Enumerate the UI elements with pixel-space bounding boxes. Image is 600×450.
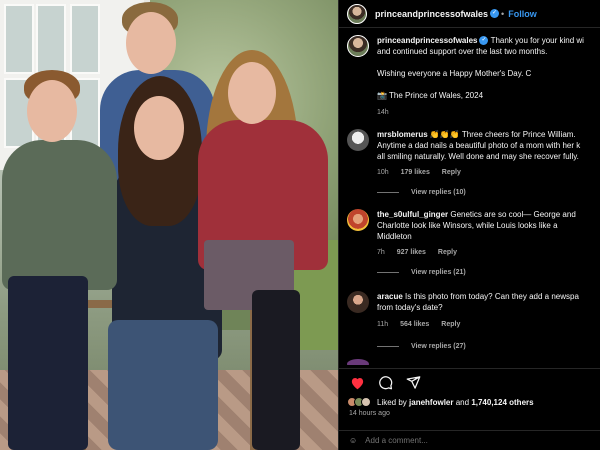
author-username[interactable]: princeandprincessofwales (375, 9, 488, 19)
heart-icon[interactable] (349, 375, 365, 391)
comment-item: mrsblomerus 👏👏👏 Three cheers for Prince … (339, 129, 600, 199)
likes-summary: Liked by janehfowler and 1,740,124 other… (347, 397, 600, 407)
add-comment-placeholder[interactable]: Add a comment... (365, 436, 428, 445)
comment-meta: 7h 927 likes Reply (377, 247, 467, 258)
view-replies-button[interactable]: View replies (10) (377, 187, 466, 198)
comment-emoji-icon[interactable]: ☺ (349, 436, 357, 445)
liked-by-and: and (455, 397, 470, 407)
comment-text: 👏👏👏 Three cheers for Prince William. (429, 130, 576, 139)
comment-icon[interactable] (377, 375, 393, 391)
caption-line: Thank you for your kind wi (490, 36, 584, 45)
comment-text: Middleton (377, 232, 412, 241)
comment-item: the_s0ulful_ginger Genetics are so cool—… (339, 209, 600, 279)
commenter-avatar[interactable] (347, 359, 369, 365)
comment-username[interactable]: aracue (377, 292, 403, 301)
add-comment-input[interactable]: ☺ Add a comment... (339, 430, 600, 450)
caption-credit: 📸 The Prince of Wales, 2024 (377, 91, 484, 100)
post-photo (0, 0, 338, 450)
comment-meta: 11h 564 likes Reply (377, 319, 470, 330)
liked-by-prefix: Liked by (377, 397, 407, 407)
separator-dot: • (501, 8, 505, 19)
comment-item: aracue Is this photo from today? Can the… (339, 291, 600, 353)
post-caption: princeandprincessofwales ✓ Thank you for … (347, 35, 600, 116)
comment-likes[interactable]: 564 likes (400, 321, 429, 328)
caption-age: 14h (377, 109, 389, 116)
liked-by-user[interactable]: janehfowler (409, 398, 453, 407)
photo-person-small-boy (2, 140, 117, 290)
author-avatar[interactable] (347, 3, 367, 24)
caption-avatar[interactable] (347, 35, 369, 57)
reply-button[interactable]: Reply (442, 169, 461, 176)
verified-badge-icon: ✓ (479, 36, 489, 46)
reply-button[interactable]: Reply (441, 321, 460, 328)
comment-text: Anytime a dad nails a beautiful photo of… (377, 141, 581, 150)
comments-scroll-area[interactable]: princeandprincessofwales ✓ Thank you for … (339, 29, 600, 365)
caption-line: and continued support over the last two … (377, 47, 548, 56)
comment-likes[interactable]: 179 likes (401, 169, 430, 176)
post-action-bar (339, 368, 600, 396)
post-time-ago: 14 hours ago (349, 410, 390, 417)
comment-age: 10h (377, 169, 389, 176)
comment-username[interactable]: the_s0ulful_ginger (377, 210, 448, 219)
caption-username[interactable]: princeandprincessofwales (377, 36, 477, 45)
view-replies-button[interactable]: View replies (21) (377, 267, 466, 278)
caption-line: Wishing everyone a Happy Mother's Day. C (377, 69, 532, 78)
instagram-post-panel: princeandprincessofwales ✓ • Follow prin… (338, 0, 600, 450)
comment-username[interactable]: mrsblomerus (377, 130, 428, 139)
comment-likes[interactable]: 927 likes (397, 249, 426, 256)
liker-avatar (361, 397, 371, 407)
share-icon[interactable] (405, 375, 421, 391)
post-header: princeandprincessofwales ✓ • Follow (339, 0, 600, 28)
comment-text: Charlotte look like Winsors, while Louis… (377, 221, 558, 230)
comment-text: from today's date? (377, 303, 443, 312)
comment-text: all smiling naturally. Well done and may… (377, 152, 579, 161)
comment-age: 11h (377, 321, 389, 328)
comment-text: Is this photo from today? Can they add a… (405, 292, 579, 301)
view-replies-button[interactable]: View replies (27) (377, 341, 466, 352)
comment-text: Genetics are so cool— George and (450, 210, 576, 219)
follow-button[interactable]: Follow (508, 9, 537, 19)
verified-badge-icon: ✓ (490, 9, 500, 18)
reply-button[interactable]: Reply (438, 249, 457, 256)
comment-meta: 10h 179 likes Reply (377, 167, 471, 178)
liked-by-count[interactable]: 1,740,124 others (471, 398, 533, 407)
comment-age: 7h (377, 249, 385, 256)
